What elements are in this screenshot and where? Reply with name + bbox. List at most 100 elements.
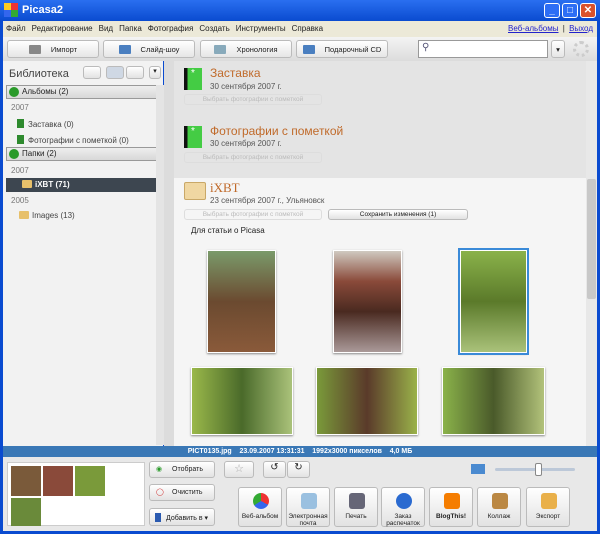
flat-view-button[interactable] <box>106 66 124 79</box>
photo-thumbnail[interactable] <box>316 367 418 435</box>
action-label: BlogThis! <box>436 513 466 520</box>
slideshow-icon <box>118 44 131 54</box>
album-label: Фотографии с пометкой (0) <box>28 136 129 145</box>
folder-icon <box>19 211 29 219</box>
photo-thumbnail[interactable] <box>442 367 545 435</box>
library-scrollbar[interactable] <box>156 85 164 445</box>
title-bar: Picasa2 _ □ ✕ <box>0 0 600 21</box>
slideshow-label: Слайд-шоу <box>140 44 180 54</box>
tray-thumbnail[interactable] <box>11 466 41 496</box>
photo-thumbnail-selected[interactable] <box>458 248 529 355</box>
busy-spinner-icon <box>573 41 589 57</box>
folder-item-images[interactable]: Images (13) <box>19 211 75 220</box>
menu-bar: Файл Редактирование Вид Папка Фотография Созд… <box>3 21 597 37</box>
folders-group-label: Папки (2) <box>22 149 57 158</box>
timeline-icon <box>214 44 227 54</box>
folder-label: Images (13) <box>32 211 75 220</box>
menu-folder[interactable]: Папка <box>116 21 145 36</box>
new-album-button[interactable] <box>83 66 101 79</box>
action-label: Веб-альбом <box>241 513 279 520</box>
album-title[interactable]: Фотографии с пометкой <box>210 124 343 138</box>
collage-button[interactable]: Коллаж <box>477 487 521 527</box>
select-starred-button[interactable]: Выбрать фотографии с пометкой <box>184 209 322 220</box>
web-album-button[interactable]: Веб-альбом <box>238 487 282 527</box>
menu-view[interactable]: Вид <box>96 21 116 36</box>
album-date: 30 сентября 2007 г. <box>210 139 282 148</box>
photo-thumbnail[interactable] <box>333 250 402 353</box>
gift-cd-icon <box>302 44 315 54</box>
action-label: Заказ распечаток <box>386 513 420 527</box>
email-icon <box>301 493 317 509</box>
link-separator: | <box>562 24 565 33</box>
search-options-button[interactable]: ▾ <box>551 40 565 58</box>
export-icon <box>541 493 557 509</box>
gift-cd-button[interactable]: Подарочный CD <box>296 40 388 58</box>
tree-view-button[interactable] <box>126 66 144 79</box>
export-button[interactable]: Экспорт <box>526 487 570 527</box>
print-button[interactable]: Печать <box>334 487 378 527</box>
clear-button[interactable]: ◯ Очистить <box>149 484 215 501</box>
folder-date: 23 сентября 2007 г., Ульяновск <box>210 196 325 205</box>
view-options-button[interactable]: ▾ <box>149 66 161 79</box>
minimize-button[interactable]: _ <box>544 3 560 18</box>
action-label: Электронная почта <box>288 513 328 527</box>
scrollbar-thumb[interactable] <box>587 179 596 299</box>
timeline-button[interactable]: Хронология <box>200 40 292 58</box>
albums-group-header[interactable]: Альбомы (2) <box>6 85 159 99</box>
menu-create[interactable]: Создать <box>196 21 232 36</box>
search-input[interactable]: ⚲ <box>418 40 548 58</box>
picasa-logo-icon <box>4 3 18 17</box>
select-starred-button[interactable]: Выбрать фотографии с пометкой <box>184 152 322 163</box>
blogthis-button[interactable]: BlogThis! <box>429 487 473 527</box>
folder-title[interactable]: iXBT <box>210 180 240 196</box>
thumbnail-size-slider[interactable] <box>495 463 575 476</box>
search-icon: ⚲ <box>422 42 430 53</box>
album-icon <box>17 119 24 128</box>
expand-icon <box>9 87 19 97</box>
album-title[interactable]: Заставка <box>210 66 261 80</box>
action-label: Коллаж <box>487 513 511 520</box>
close-button[interactable]: ✕ <box>580 3 596 18</box>
window-title: Picasa2 <box>22 4 63 16</box>
order-prints-button[interactable]: Заказ распечаток <box>381 487 425 527</box>
star-button[interactable]: ☆ <box>224 461 254 478</box>
import-button[interactable]: Импорт <box>7 40 99 58</box>
select-starred-button[interactable]: Выбрать фотографии с пометкой <box>184 94 322 105</box>
slideshow-button[interactable]: Слайд-шоу <box>103 40 195 58</box>
menu-tools[interactable]: Инструменты <box>233 21 289 36</box>
add-to-button[interactable]: Добавить в ▾ <box>149 508 215 526</box>
menu-edit[interactable]: Редактирование <box>29 21 96 36</box>
panel-splitter[interactable] <box>164 61 174 446</box>
email-button[interactable]: Электронная почта <box>286 487 330 527</box>
maximize-button[interactable]: □ <box>562 3 578 18</box>
folder-item-ixbt[interactable]: iXBT (71) <box>6 178 159 192</box>
clear-label: Очистить <box>172 489 203 496</box>
main-scrollbar[interactable] <box>586 61 597 446</box>
rotate-right-button[interactable]: ↻ <box>287 461 310 478</box>
photo-thumbnail[interactable] <box>191 367 293 435</box>
exit-link[interactable]: Выход <box>569 24 593 33</box>
menu-photo[interactable]: Фотография <box>145 21 197 36</box>
album-icon <box>155 513 161 522</box>
menu-file[interactable]: Файл <box>3 21 29 36</box>
album-item-starred[interactable]: Фотографии с пометкой (0) <box>17 135 129 145</box>
hold-button[interactable]: ◉ Отобрать <box>149 461 215 478</box>
thumbnail-size-icon <box>471 464 485 474</box>
tray-thumbnail[interactable] <box>11 498 41 526</box>
collage-icon <box>492 493 508 509</box>
folder-label: iXBT (71) <box>35 180 70 189</box>
save-changes-button[interactable]: Сохранить изменения (1) <box>328 209 468 220</box>
tray-thumbnail[interactable] <box>75 466 105 496</box>
slider-thumb[interactable] <box>535 463 543 476</box>
library-panel: Библиотека ▾ Альбомы (2) 2007 Заставка (… <box>3 61 163 446</box>
rotate-left-button[interactable]: ↺ <box>263 461 286 478</box>
photo-tray-list <box>7 462 145 526</box>
album-item-screensaver[interactable]: Заставка (0) <box>17 119 74 129</box>
menu-help[interactable]: Справка <box>289 21 326 36</box>
folders-group-header[interactable]: Папки (2) <box>6 147 159 161</box>
album-label: Заставка (0) <box>28 120 74 129</box>
photo-thumbnail[interactable] <box>207 250 276 353</box>
web-album-icon <box>253 493 269 509</box>
tray-thumbnail[interactable] <box>43 466 73 496</box>
web-albums-link[interactable]: Веб-альбомы <box>508 24 559 33</box>
